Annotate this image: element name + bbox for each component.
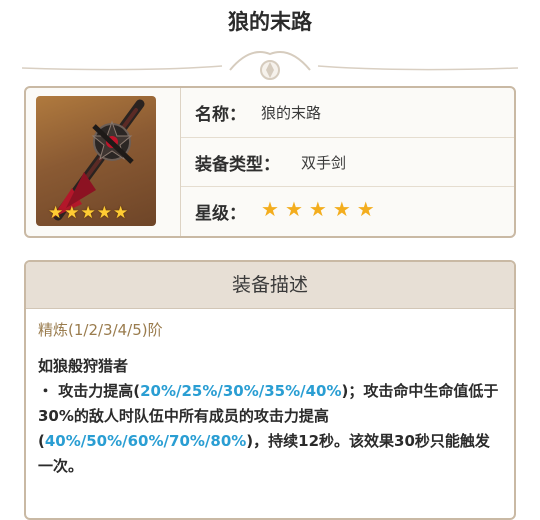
page-title: 狼的末路 bbox=[228, 10, 312, 34]
name-label: 名称： bbox=[195, 105, 246, 125]
name-value: 狼的末路 bbox=[261, 104, 322, 122]
info-row-name: 名称： 狼的末路 bbox=[181, 88, 514, 136]
info-row-stars: 星级： ★ ★ ★ ★ ★ bbox=[181, 186, 514, 235]
star-icon: ★ bbox=[96, 203, 112, 223]
passive-text-segment: ・ 攻击力提高( bbox=[38, 382, 141, 400]
passive-name: 如狼般狩猎者 bbox=[38, 357, 129, 375]
star-rating: ★ ★ ★ ★ ★ bbox=[261, 198, 375, 220]
star-icon: ★ bbox=[356, 197, 375, 221]
description-card: 装备描述 精炼(1/2/3/4/5)阶 如狼般狩猎者 ・ 攻击力提高(20%/2… bbox=[24, 260, 516, 520]
star-icon: ★ bbox=[113, 203, 129, 223]
type-value: 双手剑 bbox=[301, 154, 347, 172]
star-icon: ★ bbox=[308, 197, 327, 221]
stars-label: 星级： bbox=[195, 204, 246, 224]
passive-description: ・ 攻击力提高(20%/25%/30%/35%/40%)；攻击命中生命值低于30… bbox=[38, 379, 504, 479]
description-header: 装备描述 bbox=[26, 262, 514, 309]
star-icon: ★ bbox=[332, 197, 351, 221]
passive-value-highlight: 20%/25%/30%/35%/40% bbox=[140, 382, 342, 400]
passive-value-highlight: 40%/50%/60%/70%/80% bbox=[44, 432, 247, 450]
ornamental-divider bbox=[22, 51, 518, 80]
weapon-info-card: ★ ★ ★ ★ ★ 名称： 狼的末路 装备类型： 双手剑 星级： ★ ★ ★ ★… bbox=[24, 86, 516, 238]
type-label: 装备类型： bbox=[195, 155, 280, 175]
star-icon: ★ bbox=[64, 203, 80, 223]
star-icon: ★ bbox=[284, 197, 303, 221]
star-icon: ★ bbox=[48, 203, 64, 223]
info-row-type: 装备类型： 双手剑 bbox=[181, 137, 514, 186]
star-icon: ★ bbox=[261, 197, 279, 221]
info-table: 名称： 狼的末路 装备类型： 双手剑 星级： ★ ★ ★ ★ ★ bbox=[180, 88, 514, 236]
weapon-image: ★ ★ ★ ★ ★ bbox=[36, 96, 156, 226]
star-icon: ★ bbox=[80, 203, 96, 223]
refinement-label: 精炼(1/2/3/4/5)阶 bbox=[38, 321, 163, 339]
rarity-stars: ★ ★ ★ ★ ★ bbox=[48, 205, 128, 222]
